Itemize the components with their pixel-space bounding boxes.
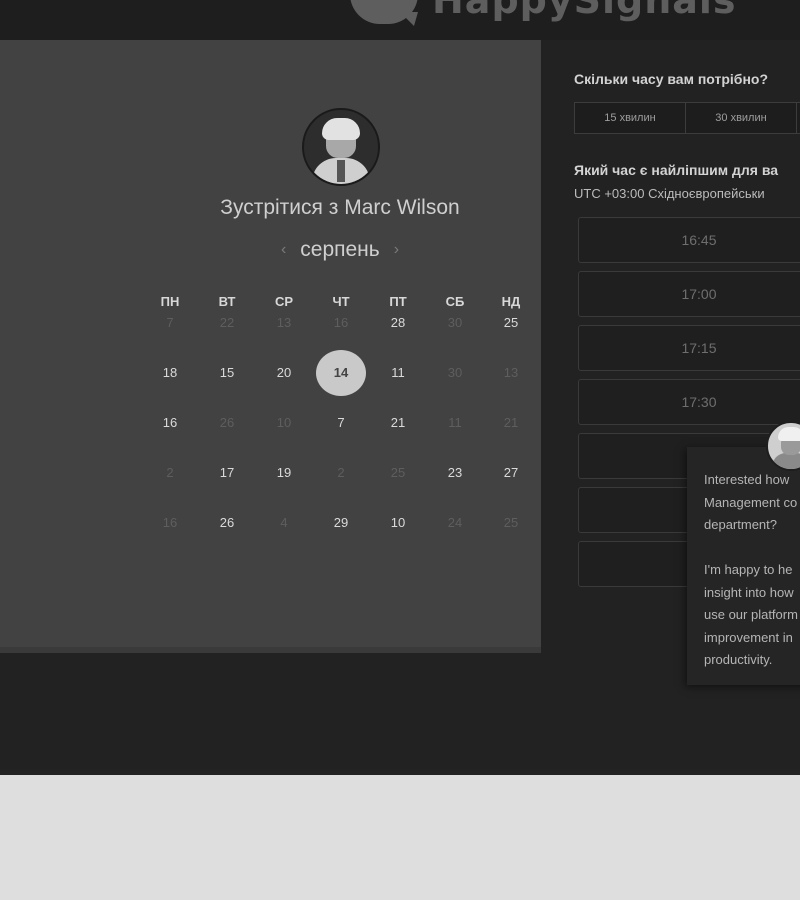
top-header: HappySignals [0,0,800,40]
calendar-day[interactable]: 29 [321,513,361,533]
timezone-label[interactable]: UTC +03:00 Східноєвропейськи [574,186,765,201]
meeting-title: Зустрітися з Marc Wilson [220,196,460,219]
time-slot[interactable]: 17:15 [578,325,800,371]
calendar-day-selected[interactable]: 14 [316,350,366,396]
month-label: серпень [300,238,380,261]
calendar-day: 2 [166,465,174,480]
calendar-day: 10 [276,415,292,430]
weekday-header: ВТ [218,294,236,309]
calendar-day: 30 [447,365,463,380]
calendar-day: 16 [162,515,178,530]
calendar-day[interactable]: 11 [378,363,418,383]
calendar-day: 11 [448,415,462,430]
weekday-header: СР [274,294,294,309]
host-avatar [302,108,380,186]
calendar-day[interactable]: 26 [207,513,247,533]
calendar-day[interactable]: 18 [150,363,190,383]
time-slot[interactable]: 17:30 [578,379,800,425]
calendar-day: 16 [333,315,349,330]
calendar-day[interactable]: 27 [491,463,531,483]
calendar-day: 26 [219,415,235,430]
calendar-day: 4 [280,515,288,530]
calendar-day[interactable]: 17 [207,463,247,483]
prev-month-chevron-icon[interactable]: ‹ [281,241,286,259]
calendar-day: 24 [447,515,463,530]
weekday-header: ЧТ [332,294,350,309]
weekday-header: ПТ [389,294,407,309]
chat-message-text: Interested how Management co department?… [704,472,798,667]
calendar-day: 13 [503,365,519,380]
calendar-day: 13 [276,315,292,330]
month-navigation: ‹ серпень › [260,238,420,262]
next-month-chevron-icon[interactable]: › [394,241,399,259]
calendar-day[interactable]: 21 [378,413,418,433]
calendar-day: 22 [219,315,235,330]
calendar-day[interactable]: 16 [150,413,190,433]
time-question: Який час є найліпшим для ва [574,162,779,178]
calendar-day: 7 [166,315,174,330]
calendar-day[interactable]: 7 [321,413,361,433]
calendar-panel-footer [0,647,541,653]
calendar-day[interactable]: 10 [378,513,418,533]
duration-option-30[interactable]: 30 хвилин [686,103,797,133]
duration-selector: 15 хвилин 30 хвилин [574,102,800,134]
calendar-day: 21 [503,415,519,430]
speech-bubble-tail [400,12,418,26]
duration-option-15[interactable]: 15 хвилин [575,103,686,133]
calendar-day: 2 [337,465,345,480]
time-slot[interactable]: 16:45 [578,217,800,263]
calendar-day[interactable]: 23 [435,463,475,483]
calendar-day: 25 [390,465,406,480]
weekday-header: НД [501,294,521,309]
duration-question: Скільки часу вам потрібно? [574,71,769,87]
calendar-day[interactable]: 25 [491,313,531,333]
weekday-header: СБ [445,294,465,309]
time-slot[interactable]: 17:00 [578,271,800,317]
calendar-day: 30 [447,315,463,330]
calendar-day[interactable]: 28 [378,313,418,333]
logo-text: HappySignals [432,0,737,22]
calendar-panel [0,40,541,647]
calendar-day: 25 [503,515,519,530]
calendar-day[interactable]: 20 [264,363,304,383]
weekday-header: ПН [160,294,180,309]
chat-message-card[interactable]: Interested how Management co department?… [687,447,800,685]
calendar-day[interactable]: 19 [264,463,304,483]
calendar-day[interactable]: 15 [207,363,247,383]
